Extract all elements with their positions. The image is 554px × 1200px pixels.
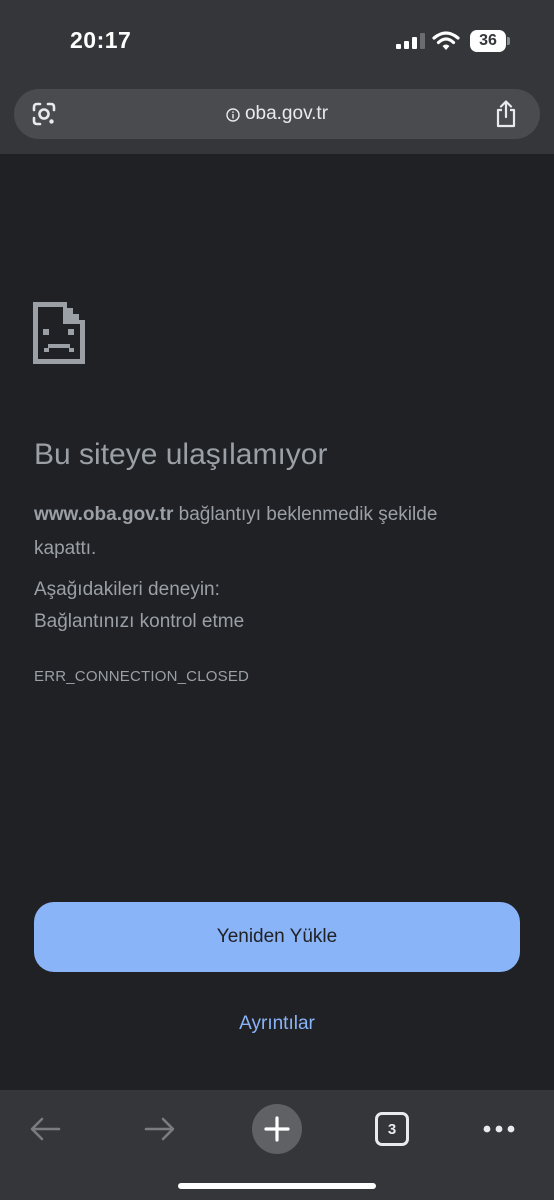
tab-switcher-icon: 3 bbox=[375, 1112, 409, 1146]
error-code: ERR_CONNECTION_CLOSED bbox=[34, 668, 250, 685]
reload-button[interactable]: Yeniden Yükle bbox=[34, 902, 520, 972]
wifi-icon bbox=[432, 31, 460, 50]
forward-button[interactable] bbox=[133, 1102, 187, 1156]
error-domain: www.oba.gov.tr bbox=[34, 504, 174, 525]
back-button[interactable] bbox=[18, 1102, 72, 1156]
status-time: 20:17 bbox=[70, 27, 132, 53]
new-tab-icon bbox=[252, 1104, 302, 1154]
home-indicator bbox=[178, 1183, 376, 1189]
error-title: Bu siteye ulaşılamıyor bbox=[34, 438, 328, 471]
forward-icon bbox=[144, 1117, 175, 1141]
suggestions-label: Aşağıdakileri deneyin: bbox=[34, 579, 220, 600]
signal-icon bbox=[396, 33, 425, 49]
battery-icon: 36 bbox=[470, 30, 506, 52]
back-icon bbox=[30, 1117, 61, 1141]
suggestion-item: Bağlantınızı kontrol etme bbox=[34, 611, 245, 632]
sad-page-icon bbox=[33, 302, 85, 364]
url-text: oba.gov.tr bbox=[244, 103, 329, 124]
url-display: oba.gov.tr bbox=[14, 89, 540, 139]
address-bar[interactable]: oba.gov.tr bbox=[14, 89, 540, 139]
details-link[interactable]: Ayrıntılar bbox=[0, 1013, 554, 1035]
info-icon bbox=[226, 108, 240, 122]
error-description: www.oba.gov.tr bağlantıyı beklenmedik şe… bbox=[34, 498, 504, 566]
more-button[interactable] bbox=[472, 1102, 526, 1156]
share-icon[interactable] bbox=[494, 100, 518, 128]
status-bar: 20:17 36 bbox=[0, 0, 554, 84]
more-icon bbox=[483, 1125, 515, 1133]
new-tab-button[interactable] bbox=[250, 1102, 304, 1156]
tab-switcher-button[interactable]: 3 bbox=[365, 1102, 419, 1156]
browser-top-chrome: 20:17 36 oba.gov.tr bbox=[0, 0, 554, 154]
battery-tip bbox=[507, 37, 510, 45]
lens-icon[interactable] bbox=[31, 101, 57, 127]
